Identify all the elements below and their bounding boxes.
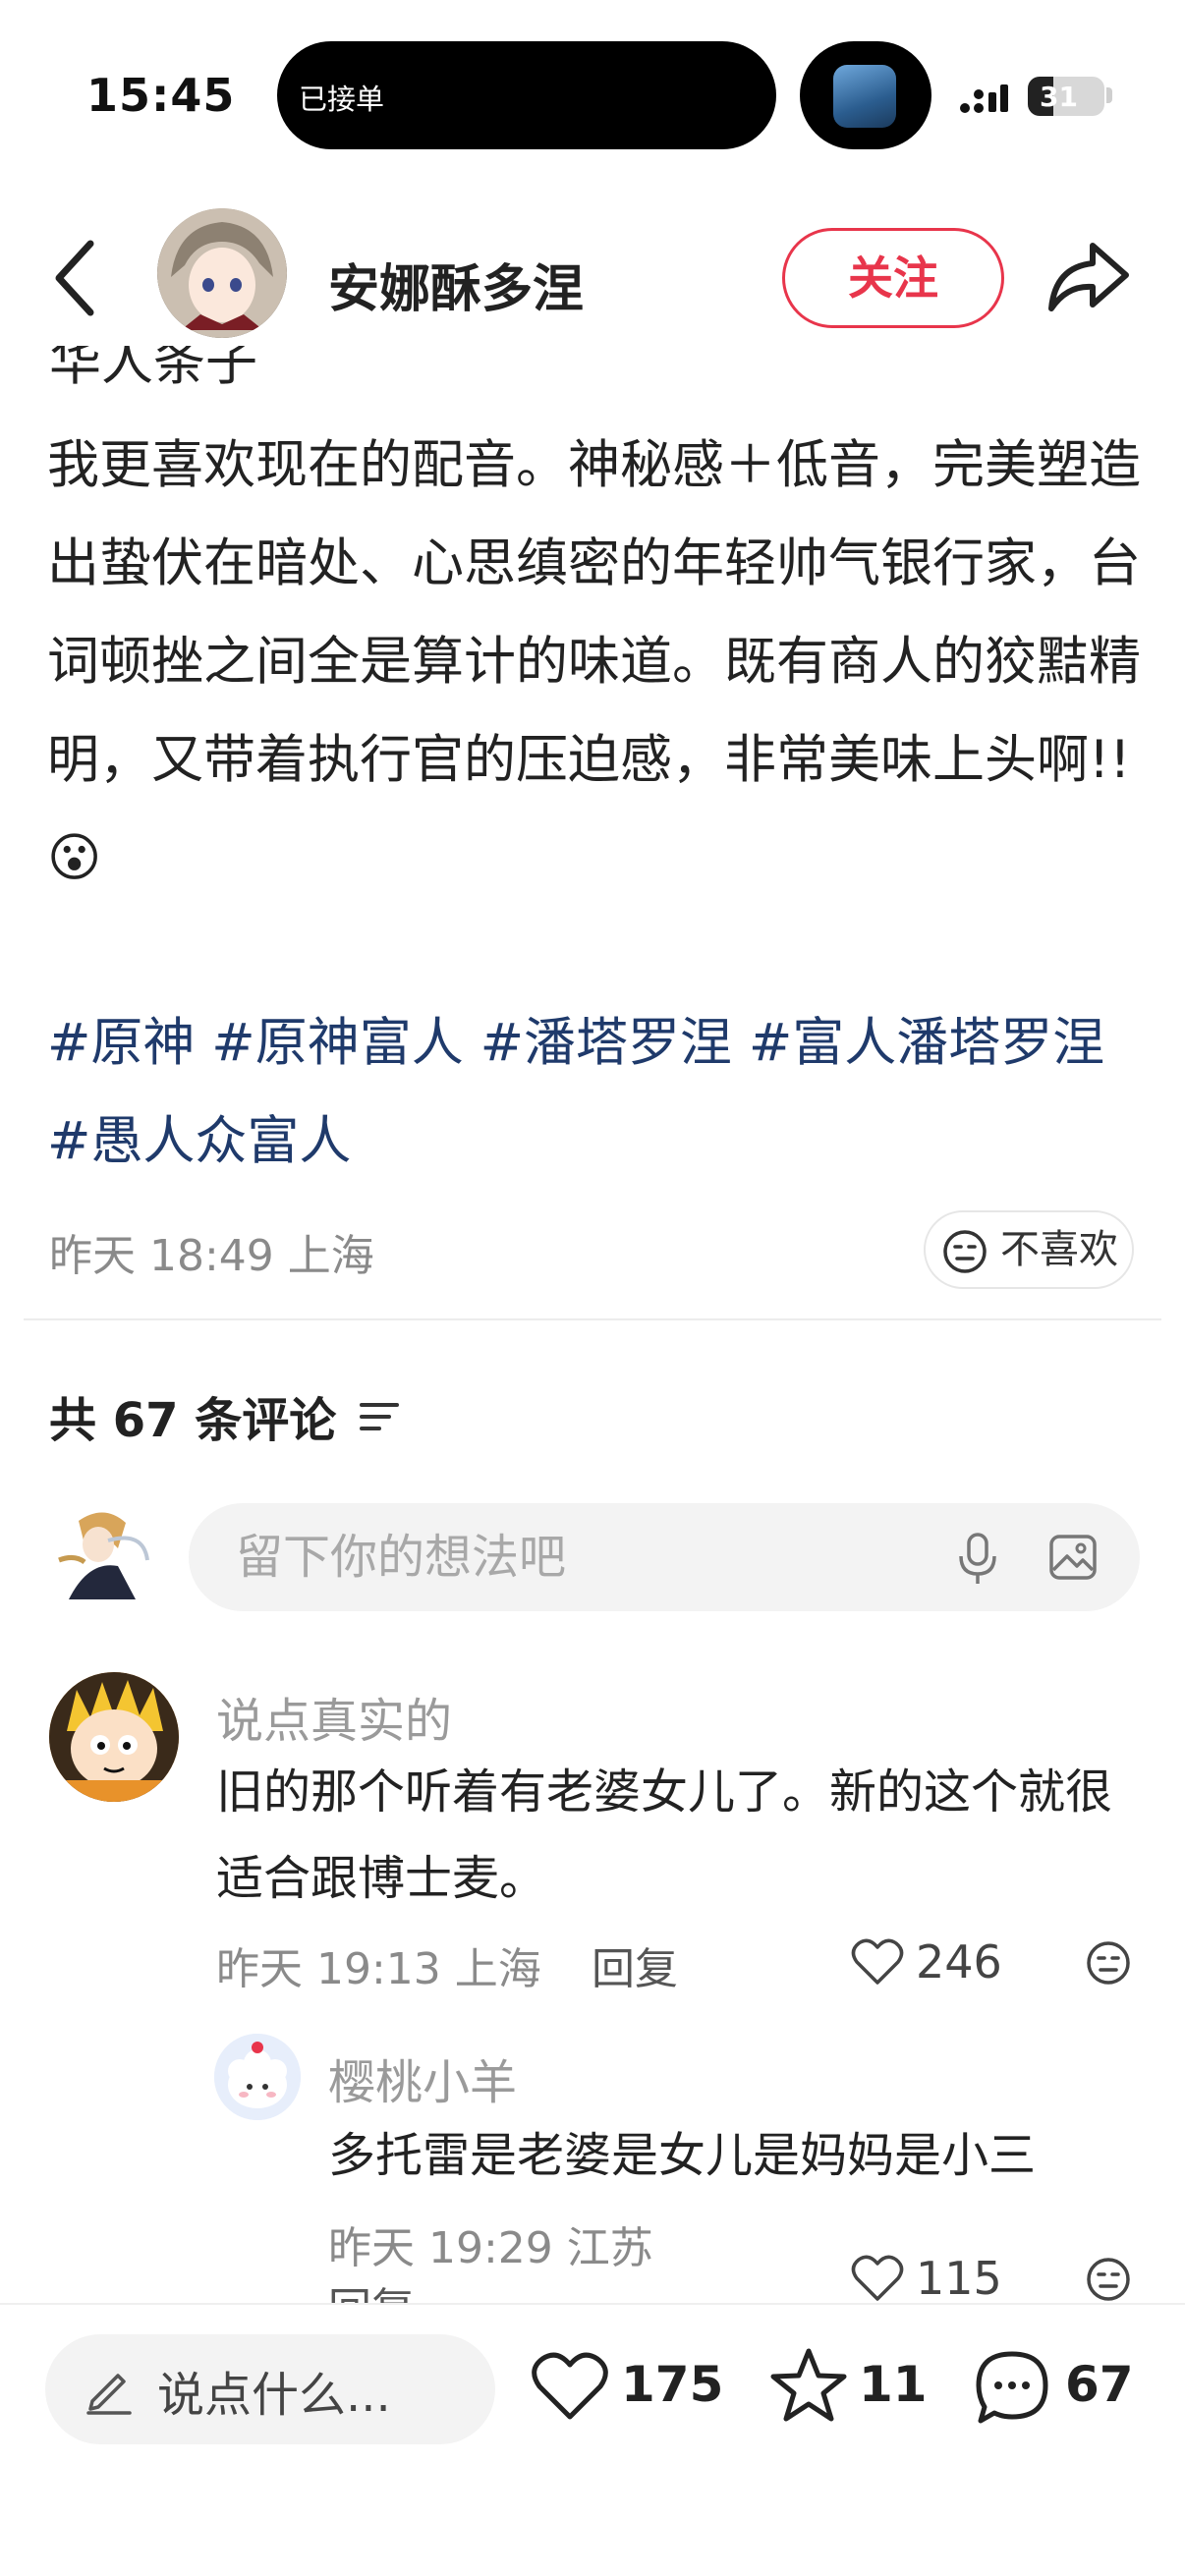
image-icon[interactable] (1047, 1533, 1099, 1582)
hashtag[interactable]: #富人潘塔罗涅 (749, 1013, 1104, 1073)
status-time: 15:45 (86, 69, 236, 122)
star-icon[interactable] (768, 2346, 849, 2425)
my-avatar[interactable] (49, 1501, 151, 1609)
post-body-cut-line: 华人条子 (49, 346, 257, 391)
heart-icon[interactable] (851, 2254, 904, 2303)
say-something-placeholder: 说点什么... (157, 2368, 391, 2423)
reply-like-count: 115 (916, 2252, 1002, 2305)
post-meta: 昨天 18:49 上海 (49, 1231, 374, 1281)
share-icon[interactable] (1044, 238, 1132, 316)
hashtag[interactable]: #愚人众富人 (47, 1111, 351, 1171)
reply-button[interactable]: 回复 (592, 1933, 678, 1996)
star-count: 11 (859, 2356, 928, 2413)
like-count: 175 (621, 2356, 724, 2413)
mic-icon[interactable] (955, 1531, 1000, 1586)
reply-avatar[interactable] (214, 2034, 301, 2120)
comment-total: 67 (1065, 2356, 1134, 2413)
comment-count: 共 67 条评论 (49, 1393, 337, 1448)
hashtag[interactable]: #潘塔罗涅 (480, 1013, 732, 1073)
hashtag[interactable]: #原神富人 (211, 1013, 463, 1073)
dislike-button[interactable]: 不喜欢 (924, 1210, 1134, 1289)
comment-text: 旧的那个听着有老婆女儿了。新的这个就很适合跟博士麦。 (216, 1764, 1113, 1906)
dislike-face-icon[interactable] (1085, 2256, 1132, 2303)
back-icon[interactable] (47, 234, 106, 322)
hashtag[interactable]: #原神 (47, 1013, 195, 1073)
sort-icon[interactable] (358, 1399, 401, 1434)
island-app-icon (833, 65, 896, 128)
status-bar: 15:45 已接单 31 (0, 0, 1185, 187)
heart-icon[interactable] (531, 2350, 609, 2423)
battery-percent: 31 (1040, 81, 1078, 113)
battery-cap (1106, 87, 1112, 103)
comment-like-count: 246 (916, 1935, 1002, 1988)
comment-author[interactable]: 说点真实的 (216, 1682, 452, 1751)
dislike-face-icon (943, 1230, 987, 1273)
heart-icon[interactable] (851, 1937, 904, 1987)
dislike-face-icon[interactable] (1085, 1939, 1132, 1987)
post-body: 我更喜欢现在的配音。神秘感＋低音，完美塑造出蛰伏在暗处、心思缜密的年轻帅气银行家… (47, 435, 1141, 888)
reply-text: 多托雷是老婆是女儿是妈妈是小三 (328, 2128, 1037, 2183)
pen-icon (86, 2374, 132, 2415)
reply-meta: 昨天 19:29 江苏 (328, 2223, 653, 2273)
author-avatar[interactable] (157, 208, 287, 338)
divider (24, 1318, 1161, 1320)
author-name[interactable]: 安娜酥多涅 (328, 248, 584, 321)
comment-icon[interactable] (973, 2348, 1051, 2427)
signal-icon (960, 84, 1008, 113)
comment-meta: 昨天 19:13 上海 (216, 1944, 541, 1994)
dislike-label: 不喜欢 (1000, 1227, 1118, 1272)
reply-reply-button[interactable]: 回复 (328, 2273, 415, 2303)
reply-author[interactable]: 樱桃小羊 (328, 2044, 517, 2112)
comment-avatar[interactable] (49, 1672, 179, 1802)
island-label: 已接单 (299, 83, 385, 116)
follow-button[interactable]: 关注 (782, 228, 1004, 328)
hashtag-list: #原神 #原神富人 #潘塔罗涅 #富人潘塔罗涅 #愚人众富人 (47, 994, 1148, 1191)
